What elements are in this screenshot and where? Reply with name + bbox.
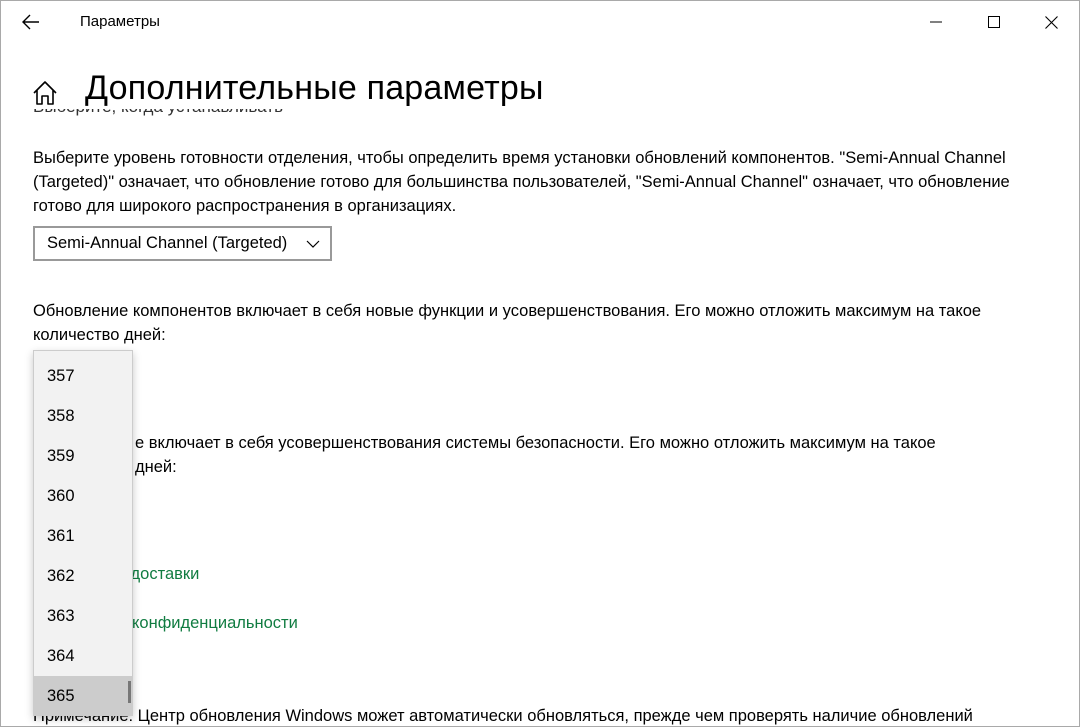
dropdown-item-label: 357 (47, 366, 75, 385)
dropdown-item-label: 359 (47, 446, 75, 465)
minimize-icon (930, 21, 942, 23)
clipped-heading-text: Выберите, когда устанавливать (33, 109, 283, 117)
title-bar: Параметры (1, 1, 1079, 45)
dropdown-item-365[interactable]: 365 (34, 676, 132, 716)
quality-update-line1: е включает в себя усовершенствования сис… (135, 434, 936, 452)
dropdown-item-label: 363 (47, 606, 75, 625)
dropdown-item-label: 364 (47, 646, 75, 665)
close-icon (1044, 15, 1058, 29)
back-button[interactable] (9, 5, 53, 39)
clipped-heading: Выберите, когда устанавливать (33, 109, 293, 123)
feature-update-description: Обновление компонентов включает в себя н… (33, 302, 982, 344)
minimize-button[interactable] (908, 1, 964, 43)
readiness-description: Выберите уровень готовности отделения, ч… (33, 149, 1010, 215)
dropdown-item-label: 360 (47, 486, 75, 505)
dropdown-item-362[interactable]: 362 (34, 556, 132, 596)
back-arrow-icon (22, 14, 39, 30)
select-value: Semi-Annual Channel (Targeted) (47, 234, 288, 252)
home-icon[interactable] (31, 79, 59, 107)
dropdown-item-label: 365 (47, 686, 75, 705)
dropdown-scrollbar-thumb[interactable] (128, 681, 131, 703)
dropdown-item-label: 358 (47, 406, 75, 425)
dropdown-item-363[interactable]: 363 (34, 596, 132, 636)
maximize-icon (988, 16, 1000, 28)
maximize-button[interactable] (966, 1, 1022, 43)
dropdown-item-label: 361 (47, 526, 75, 545)
dropdown-item-361[interactable]: 361 (34, 516, 132, 556)
quality-update-description: е включает в себя усовершенствования сис… (33, 431, 1033, 479)
branch-readiness-select[interactable]: Semi-Annual Channel (Targeted) (33, 226, 332, 261)
page-title: Дополнительные параметры (85, 69, 544, 107)
chevron-down-icon (306, 240, 320, 248)
windows-update-note: Примечание: Центр обновления Windows мож… (33, 707, 973, 725)
dropdown-item-360[interactable]: 360 (34, 476, 132, 516)
defer-days-dropdown[interactable]: 357 358 359 360 361 362 363 364 365 (33, 350, 133, 716)
window-title: Параметры (80, 13, 160, 30)
close-button[interactable] (1023, 1, 1079, 43)
dropdown-item-364[interactable]: 364 (34, 636, 132, 676)
settings-window: Параметры Дополнительные параметры Выбер… (0, 0, 1080, 727)
dropdown-item-label: 362 (47, 566, 75, 585)
dropdown-item-359[interactable]: 359 (34, 436, 132, 476)
dropdown-item-357[interactable]: 357 (34, 356, 132, 396)
quality-update-line2: дней: (135, 458, 177, 476)
dropdown-item-358[interactable]: 358 (34, 396, 132, 436)
